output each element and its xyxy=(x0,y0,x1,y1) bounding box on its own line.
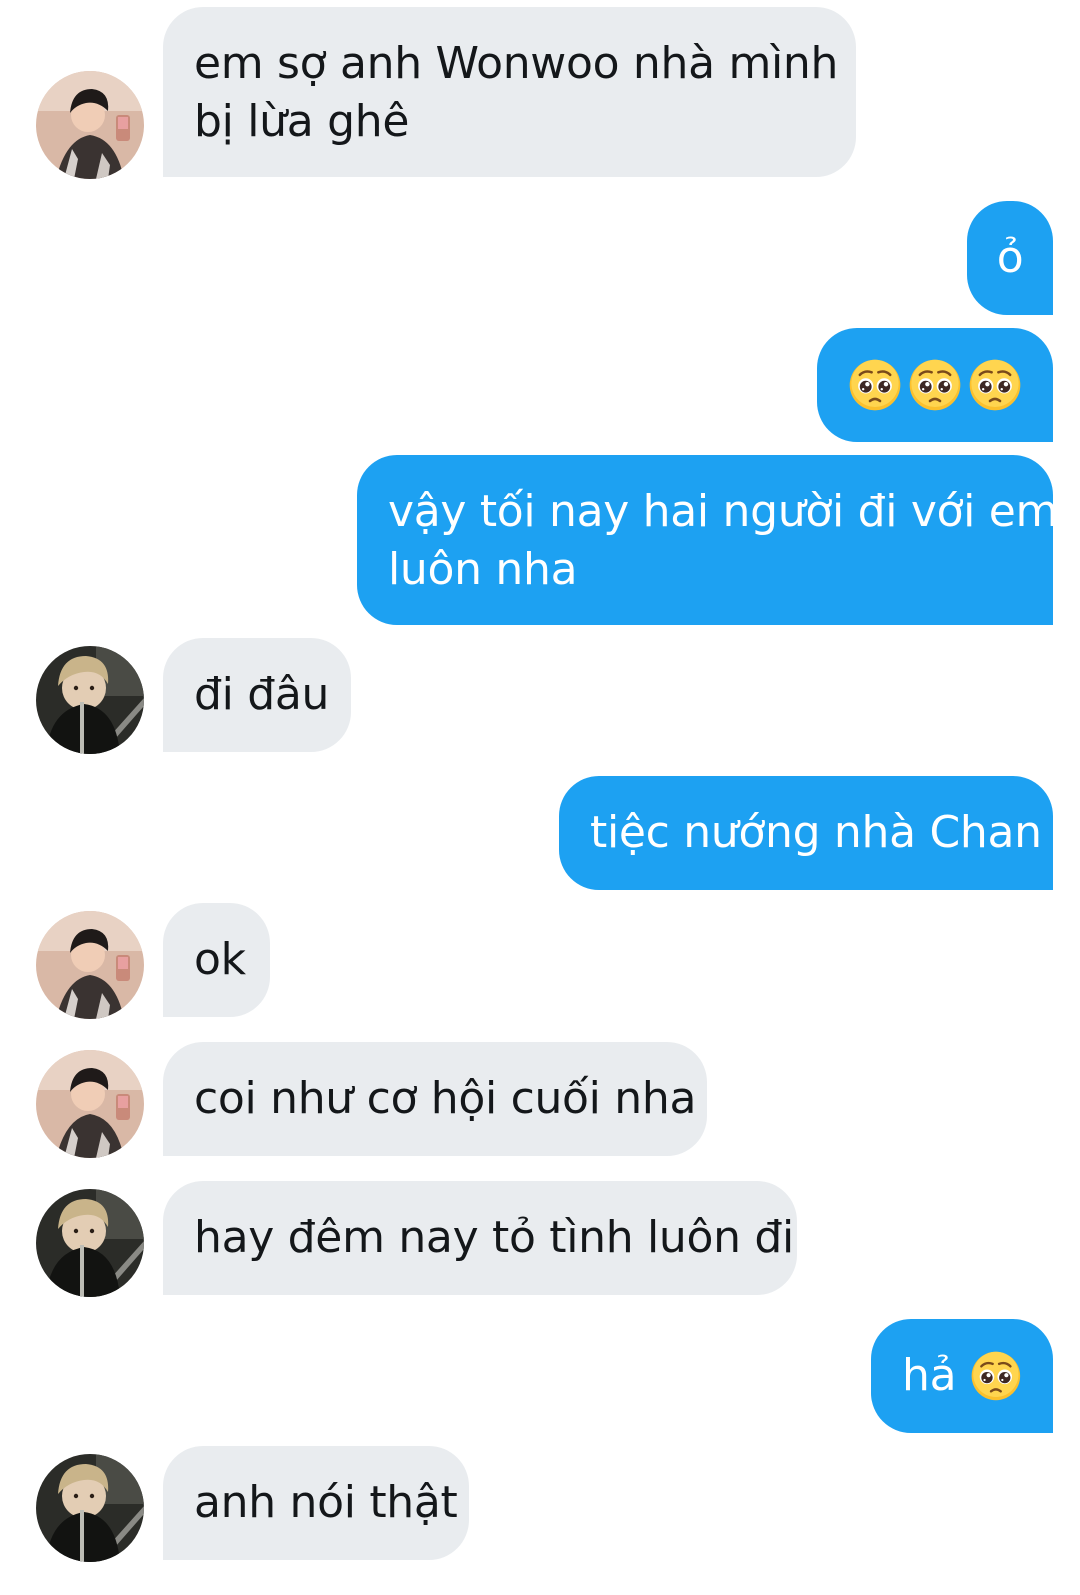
avatar-photo-icon xyxy=(36,1050,144,1158)
message-text: tiệc nướng nhà Chan xyxy=(590,807,1042,858)
chat-thread: em sợ anh Wonwoo nhà mình bị lừa ghê ỏ v… xyxy=(0,0,1080,1595)
avatar[interactable] xyxy=(36,1189,144,1297)
message-bubble-outgoing[interactable]: vậy tối nay hai người đi với em luôn nha xyxy=(357,455,1059,625)
message-bubble-incoming[interactable]: ok xyxy=(163,903,270,1017)
message-bubble-outgoing[interactable]: hả xyxy=(871,1319,1053,1433)
message-bubble-outgoing[interactable]: tiệc nướng nhà Chan xyxy=(559,776,1053,890)
message-text-line: em sợ anh Wonwoo nhà mình xyxy=(194,38,839,89)
message-bubble-outgoing[interactable]: ỏ xyxy=(967,201,1053,315)
message-text: coi như cơ hội cuối nha xyxy=(194,1073,697,1124)
message-text-line: luôn nha xyxy=(388,544,578,595)
message-bubble-outgoing[interactable] xyxy=(817,328,1053,442)
message-bubble-incoming[interactable]: đi đâu xyxy=(163,638,351,752)
message-text: ok xyxy=(194,934,246,985)
message-text: anh nói thật xyxy=(194,1477,458,1528)
message-text: hả xyxy=(902,1350,957,1401)
avatar[interactable] xyxy=(36,1050,144,1158)
message-text: đi đâu xyxy=(194,669,330,720)
avatar-photo-icon xyxy=(36,911,144,1019)
pleading-face-icon xyxy=(908,358,962,412)
message-text-line: bị lừa ghê xyxy=(194,96,410,147)
pleading-face-icon xyxy=(968,358,1022,412)
message-text-line: vậy tối nay hai người đi với em xyxy=(388,486,1059,537)
avatar[interactable] xyxy=(36,646,144,754)
pleading-face-icon xyxy=(970,1349,1022,1403)
message-text: ỏ xyxy=(996,232,1024,283)
avatar[interactable] xyxy=(36,71,144,179)
message-bubble-incoming[interactable]: em sợ anh Wonwoo nhà mình bị lừa ghê xyxy=(163,7,856,177)
message-bubble-incoming[interactable]: anh nói thật xyxy=(163,1446,469,1560)
avatar[interactable] xyxy=(36,911,144,1019)
avatar-photo-icon xyxy=(36,71,144,179)
avatar-photo-icon xyxy=(36,1454,144,1562)
pleading-face-icon xyxy=(848,358,902,412)
message-bubble-incoming[interactable]: coi như cơ hội cuối nha xyxy=(163,1042,707,1156)
avatar-photo-icon xyxy=(36,646,144,754)
avatar-photo-icon xyxy=(36,1189,144,1297)
message-bubble-incoming[interactable]: hay đêm nay tỏ tình luôn đi xyxy=(163,1181,797,1295)
message-text: hay đêm nay tỏ tình luôn đi xyxy=(194,1212,794,1263)
avatar[interactable] xyxy=(36,1454,144,1562)
